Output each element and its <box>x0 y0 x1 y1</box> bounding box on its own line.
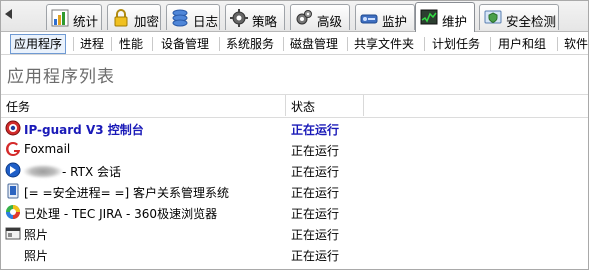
tab-label: 监护 <box>382 14 408 29</box>
log-stack-icon <box>172 9 188 27</box>
tab-label: 高级 <box>317 14 343 29</box>
subtab-performance[interactable]: 性能 <box>116 35 146 53</box>
policy-gear-icon <box>230 9 248 27</box>
security-check-icon <box>484 10 502 24</box>
divider <box>152 37 153 51</box>
main-tab-bar: 统计 加密 日志 策略 高级 监护 维护 安全检测 <box>1 1 588 32</box>
column-divider[interactable] <box>363 95 364 116</box>
tab-monitor[interactable]: 监护 <box>355 4 415 30</box>
divider <box>219 37 220 51</box>
column-header-task[interactable]: 任务 <box>6 98 30 115</box>
tab-maintenance[interactable]: 维护 <box>415 2 475 32</box>
divider <box>557 37 558 51</box>
table-row[interactable]: [= =安全进程= =] 客户关系管理系统 正在运行 <box>1 181 587 202</box>
subtab-system-services[interactable]: 系统服务 <box>223 35 277 53</box>
task-name: Foxmail <box>24 142 71 156</box>
table-row[interactable]: 已处理 - TEC JIRA - 360极速浏览器 正在运行 <box>1 202 587 223</box>
blank-icon <box>5 246 21 262</box>
rtx-icon <box>5 162 21 178</box>
tab-advanced[interactable]: 高级 <box>290 4 350 30</box>
table-row[interactable]: 照片 正在运行 <box>1 244 587 265</box>
table-header: 任务 状态 <box>1 94 588 118</box>
divider <box>111 37 112 51</box>
ipguard-icon <box>5 120 21 136</box>
task-name: - RTX 会话 <box>24 163 121 180</box>
task-status: 正在运行 <box>291 186 340 200</box>
column-header-status[interactable]: 状态 <box>291 98 315 115</box>
subtab-software[interactable]: 软件 <box>561 35 589 53</box>
divider <box>283 37 284 51</box>
task-status: 正在运行 <box>291 228 340 242</box>
tab-label: 加密 <box>134 14 160 29</box>
subtab-disk-management[interactable]: 磁盘管理 <box>287 35 341 53</box>
table-row[interactable]: 照片 正在运行 <box>1 223 587 244</box>
task-status: 正在运行 <box>291 165 340 179</box>
sub-tab-bar: 应用程序 进程 性能 设备管理 系统服务 磁盘管理 共享文件夹 计划任务 用户和… <box>1 32 588 55</box>
subtab-scheduled-tasks[interactable]: 计划任务 <box>429 35 483 53</box>
tab-label: 安全检测 <box>506 14 557 29</box>
divider <box>490 37 491 51</box>
divider <box>424 37 425 51</box>
column-divider[interactable] <box>285 95 286 116</box>
advanced-gear-icon <box>296 10 312 25</box>
table-row[interactable]: IP-guard V3 控制台 正在运行 <box>1 118 587 139</box>
task-status: 正在运行 <box>291 123 340 137</box>
task-name: IP-guard V3 控制台 <box>24 123 144 137</box>
task-name: 照片 <box>24 249 49 263</box>
tab-security-check[interactable]: 安全检测 <box>479 4 559 30</box>
task-name: 照片 <box>24 228 49 242</box>
browser-360-icon <box>6 205 20 219</box>
task-name: 已处理 - TEC JIRA - 360极速浏览器 <box>24 207 218 221</box>
subtab-shared-folders[interactable]: 共享文件夹 <box>351 35 417 53</box>
subtab-applications[interactable]: 应用程序 <box>10 34 67 54</box>
tab-statistics[interactable]: 统计 <box>46 4 102 30</box>
subtab-device-management[interactable]: 设备管理 <box>158 35 212 53</box>
scroll-left-icon[interactable] <box>5 9 12 19</box>
tab-label: 维护 <box>442 14 468 29</box>
photo-window-icon <box>5 227 21 240</box>
subtab-processes[interactable]: 进程 <box>77 35 107 53</box>
tab-label: 统计 <box>73 14 99 29</box>
tab-encryption[interactable]: 加密 <box>107 4 161 30</box>
page-title: 应用程序列表 <box>7 67 115 87</box>
tab-label: 日志 <box>193 14 219 29</box>
tab-label: 策略 <box>252 14 278 29</box>
app-window-icon <box>7 183 19 199</box>
monitor-icon <box>360 14 378 24</box>
table-row[interactable]: Foxmail 正在运行 <box>1 139 587 160</box>
tab-policy[interactable]: 策略 <box>225 4 285 30</box>
divider <box>347 37 348 51</box>
chart-icon <box>51 9 69 27</box>
task-name: [= =安全进程= =] 客户关系管理系统 <box>24 186 230 200</box>
tab-logs[interactable]: 日志 <box>166 4 220 30</box>
subtab-users-groups[interactable]: 用户和组 <box>495 35 549 53</box>
task-name-text: - RTX 会话 <box>62 165 121 179</box>
redacted-blur <box>24 165 62 178</box>
padlock-icon <box>114 9 128 27</box>
task-status: 正在运行 <box>291 249 340 263</box>
divider <box>73 37 74 51</box>
maintenance-icon <box>420 9 438 25</box>
table-row[interactable]: - RTX 会话 正在运行 <box>1 160 587 181</box>
task-status: 正在运行 <box>291 144 340 158</box>
task-status: 正在运行 <box>291 207 340 221</box>
foxmail-icon <box>6 142 20 156</box>
